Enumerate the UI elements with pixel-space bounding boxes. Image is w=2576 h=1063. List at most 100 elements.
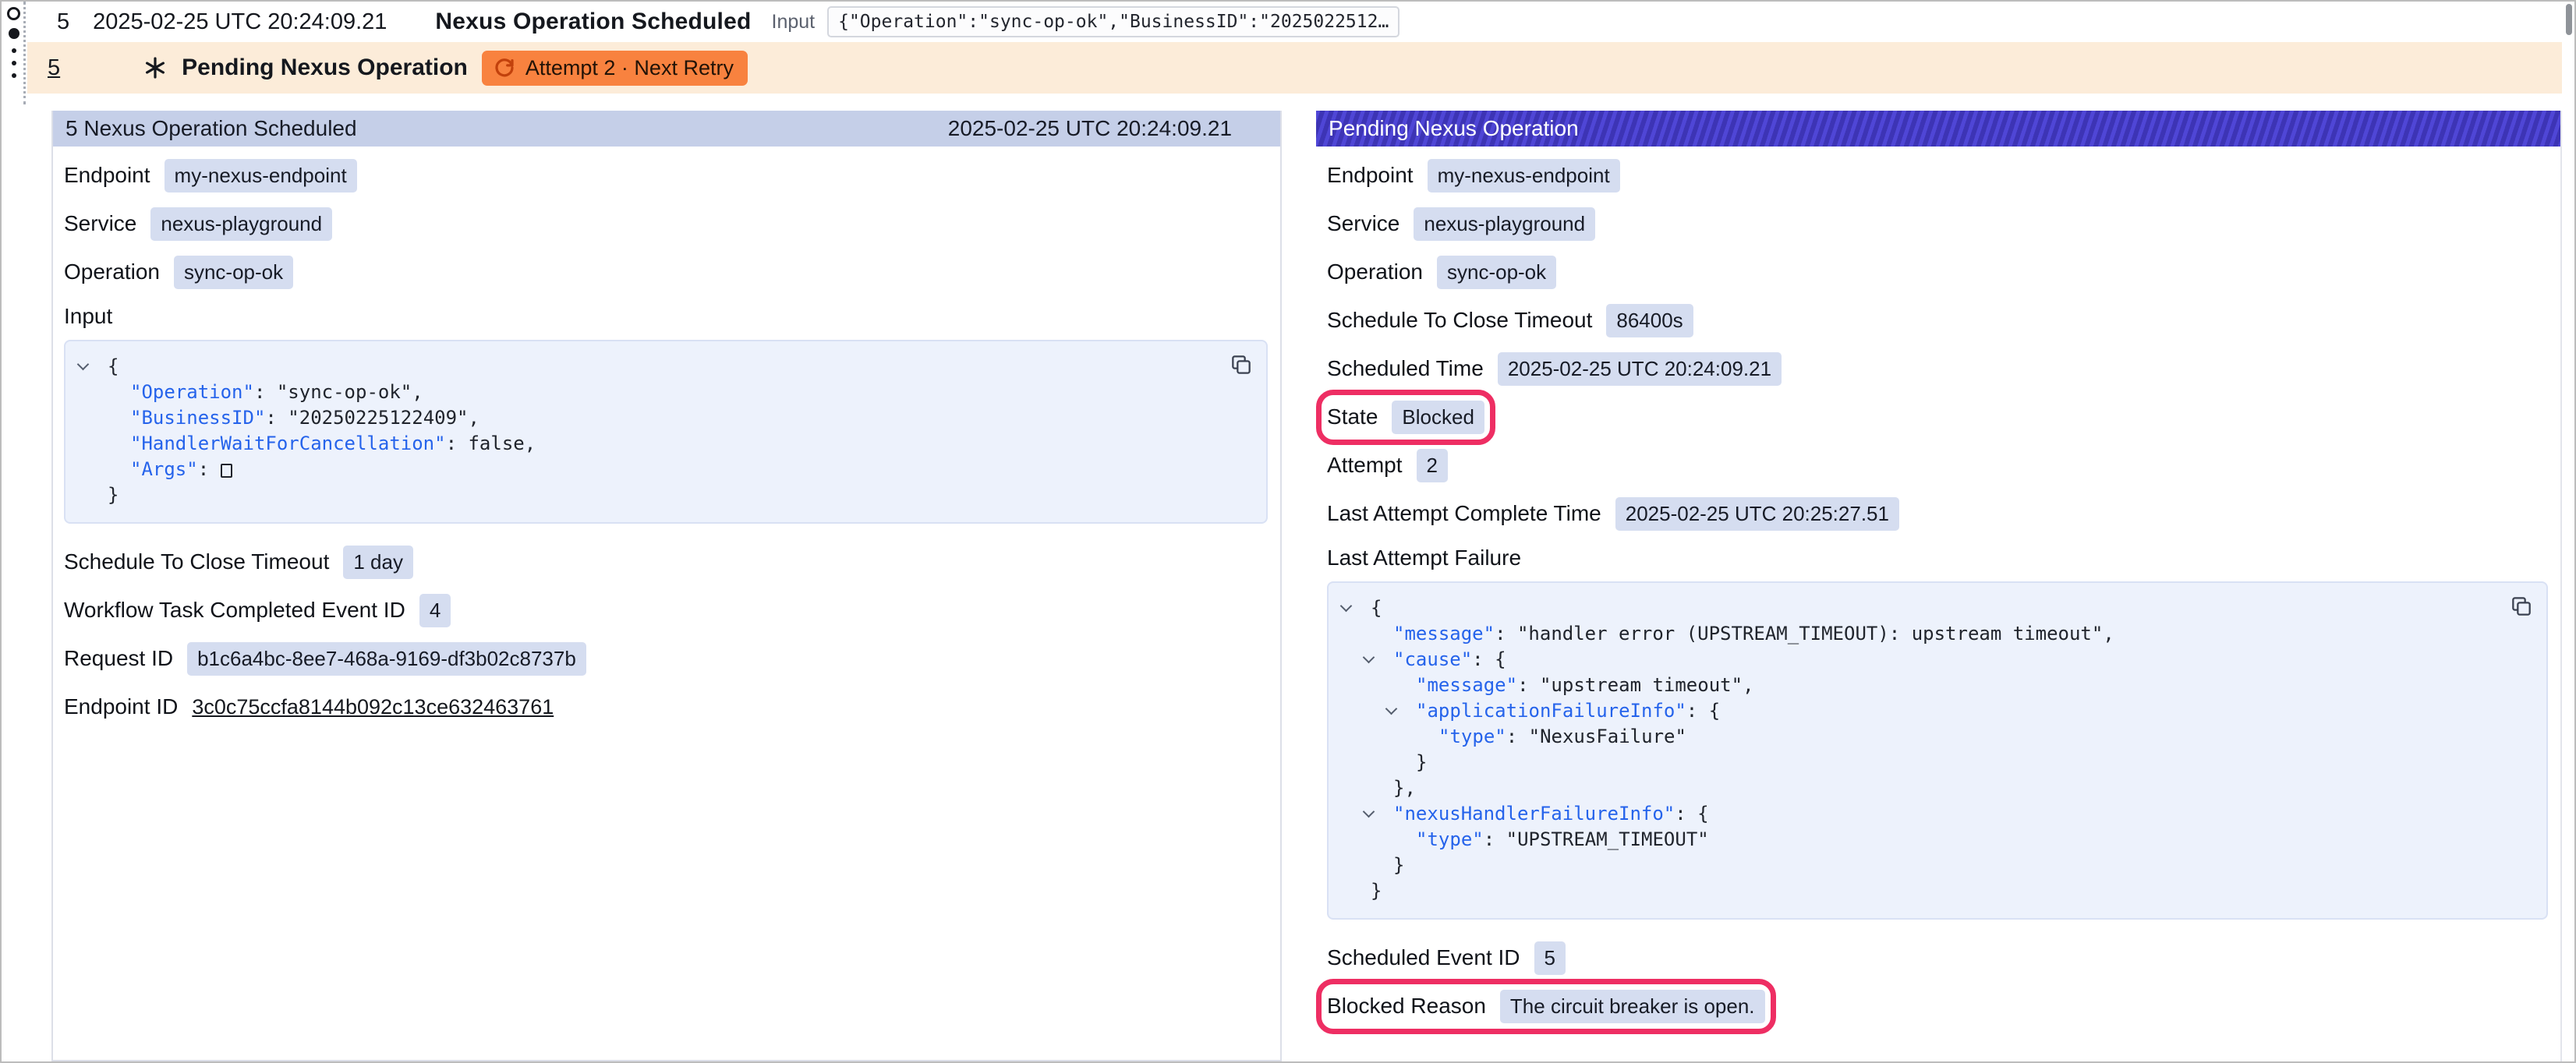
json-line: }, xyxy=(1335,775,2500,801)
panel-title: 5 Nexus Operation Scheduled xyxy=(65,116,357,141)
event-input-preview-chip: {"Operation":"sync-op-ok","BusinessID":"… xyxy=(827,6,1399,37)
json-line: { xyxy=(1335,595,2500,621)
field-row: Service nexus-playground xyxy=(64,207,1268,240)
field-row: Operation sync-op-ok xyxy=(1327,256,2548,288)
field-label: Endpoint ID xyxy=(64,694,178,719)
json-line: { xyxy=(72,354,1219,380)
copy-icon xyxy=(1229,352,1254,377)
json-line: "BusinessID": "20250225122409", xyxy=(72,405,1219,431)
field-row: Endpointmy-nexus-endpoint xyxy=(1327,159,2548,192)
field-label: Operation xyxy=(1327,260,1423,284)
collapse-chevron-icon[interactable] xyxy=(1364,807,1375,818)
panel-timestamp: 2025-02-25 UTC 20:24:09.21 xyxy=(948,116,1268,141)
field-label: Blocked Reason xyxy=(1327,994,1486,1019)
json-line: "Operation": "sync-op-ok", xyxy=(72,380,1219,405)
vertical-scrollbar-thumb[interactable] xyxy=(2566,4,2572,35)
field-label: Last Attempt Complete Time xyxy=(1327,501,1601,526)
collapse-chevron-icon[interactable] xyxy=(1364,653,1375,664)
field-list: Endpointmy-nexus-endpoint Service nexus-pl… xyxy=(64,159,1268,288)
field-label: Scheduled Time xyxy=(1327,356,1484,381)
json-lines: {"message": "handler error (UPSTREAM_TIM… xyxy=(1335,595,2500,904)
timeline-dot-icon xyxy=(12,61,16,65)
field-value-chip: nexus-playground xyxy=(1414,207,1595,241)
field-row: Schedule To Close Timeout1 day xyxy=(64,546,1268,578)
json-line: } xyxy=(1335,853,2500,878)
pending-title: Pending Nexus Operation xyxy=(182,55,468,81)
timeline-dot-icon xyxy=(12,73,16,78)
asterisk-icon xyxy=(143,55,168,80)
field-label: Endpoint xyxy=(1327,163,1414,188)
json-line: "applicationFailureInfo": { xyxy=(1335,698,2500,724)
field-value-chip: The circuit breaker is open. xyxy=(1500,990,1765,1023)
json-line: "type": "NexusFailure" xyxy=(1335,724,2500,750)
failure-section-label: Last Attempt Failure xyxy=(1327,546,2548,570)
json-line: "HandlerWaitForCancellation": false, xyxy=(72,431,1219,457)
field-row: Last Attempt Complete Time 2025-02-25 UTC… xyxy=(1327,497,2548,530)
json-line: } xyxy=(1335,878,2500,904)
timeline-filled-node-icon xyxy=(9,28,19,39)
pending-operation-panel-body: Endpointmy-nexus-endpoint Servicenexus-pl… xyxy=(1316,147,2560,1061)
event-id: 5 xyxy=(57,9,69,35)
panel-title: Pending Nexus Operation xyxy=(1329,116,1579,141)
field-row: Scheduled Time 2025-02-25 UTC 20:24:09.21 xyxy=(1327,352,2548,385)
collapse-chevron-icon[interactable] xyxy=(78,360,89,371)
field-value-chip: Blocked xyxy=(1392,401,1484,434)
field-row: Request IDb1c6a4bc-8ee7-468a-9169-df3b02… xyxy=(64,642,1268,675)
field-value-chip: 5 xyxy=(1534,941,1566,975)
field-label: Endpoint xyxy=(64,163,150,188)
field-label: Schedule To Close Timeout xyxy=(1327,308,1592,333)
event-input-label: Input xyxy=(772,11,816,34)
field-value-link[interactable]: 3c0c75ccfa8144b092c13ce632463761 xyxy=(192,695,554,719)
attempt-retry-badge: Attempt 2 · Next Retry xyxy=(482,51,748,86)
json-line: "type": "UPSTREAM_TIMEOUT" xyxy=(1335,827,2500,853)
field-value-chip: 2 xyxy=(1417,449,1448,482)
field-row: Attempt 2 xyxy=(1327,449,2548,482)
field-value-chip: 4 xyxy=(419,594,451,627)
json-line: "nexusHandlerFailureInfo": { xyxy=(1335,801,2500,827)
field-value-chip: nexus-playground xyxy=(150,207,332,241)
annotation-highlight: Blocked Reason The circuit breaker is ope… xyxy=(1327,990,1765,1023)
event-row-nexus-operation-scheduled[interactable]: 5 2025-02-25 UTC 20:24:09.21 Nexus Opera… xyxy=(27,2,2562,42)
json-line: "message": "upstream timeout", xyxy=(1335,673,2500,698)
collapse-chevron-icon[interactable] xyxy=(1341,602,1352,613)
json-line: } xyxy=(72,482,1219,508)
empty-array-icon xyxy=(221,464,232,478)
scheduled-event-panel: 5 Nexus Operation Scheduled 2025-02-25 U… xyxy=(51,111,1282,1061)
json-line: "cause": { xyxy=(1335,647,2500,673)
field-list: Endpointmy-nexus-endpoint Servicenexus-pl… xyxy=(1327,159,2548,530)
field-row: Scheduled Event ID5 xyxy=(1327,941,2548,974)
field-label: Service xyxy=(64,211,136,236)
event-detail-panels: 5 Nexus Operation Scheduled 2025-02-25 U… xyxy=(51,111,2562,1061)
json-line: } xyxy=(1335,750,2500,775)
attempt-retry-badge-label: Attempt 2 · Next Retry xyxy=(525,56,734,80)
event-title: Nexus Operation Scheduled xyxy=(435,9,751,35)
field-label: Request ID xyxy=(64,646,173,671)
field-row: Servicenexus-playground xyxy=(1327,207,2548,240)
pending-operation-panel: Pending Nexus Operation Endpointmy-nexus… xyxy=(1316,111,2562,1061)
field-value-chip: 2025-02-25 UTC 20:25:27.51 xyxy=(1615,497,1899,531)
field-label: State xyxy=(1327,404,1378,429)
json-line: "message": "handler error (UPSTREAM_TIME… xyxy=(1335,621,2500,647)
workflow-event-history-page: 5 2025-02-25 UTC 20:24:09.21 Nexus Opera… xyxy=(0,0,2576,1063)
scheduled-event-panel-header: 5 Nexus Operation Scheduled 2025-02-25 U… xyxy=(53,111,1280,147)
pending-event-id-link[interactable]: 5 xyxy=(48,55,60,81)
field-list: Scheduled Event ID5 Blocked Reason The cir… xyxy=(1327,941,2548,1022)
field-value-chip: 86400s xyxy=(1606,304,1693,337)
collapse-chevron-icon[interactable] xyxy=(1386,705,1397,715)
field-value-chip: 2025-02-25 UTC 20:24:09.21 xyxy=(1498,352,1782,386)
field-row: State Blocked xyxy=(1327,401,2548,433)
pending-nexus-operation-row[interactable]: 5 Pending Nexus Operation Attempt 2 · Ne… xyxy=(27,42,2562,94)
copy-icon xyxy=(2509,594,2534,619)
field-value-chip: sync-op-ok xyxy=(174,256,293,289)
copy-button[interactable] xyxy=(2509,594,2534,619)
pending-operation-panel-header: Pending Nexus Operation xyxy=(1316,111,2560,147)
field-row: Endpointmy-nexus-endpoint xyxy=(64,159,1268,192)
field-list: Schedule To Close Timeout1 day Workflow T… xyxy=(64,546,1268,723)
field-label: Attempt xyxy=(1327,453,1402,478)
copy-button[interactable] xyxy=(1229,352,1254,377)
failure-json-viewer: {"message": "handler error (UPSTREAM_TIM… xyxy=(1327,581,2548,920)
field-label: Schedule To Close Timeout xyxy=(64,549,329,574)
scheduled-event-panel-body: Endpointmy-nexus-endpoint Service nexus-pl… xyxy=(53,147,1280,1060)
field-row: Workflow Task Completed Event ID4 xyxy=(64,594,1268,627)
field-value-chip: sync-op-ok xyxy=(1437,256,1556,289)
